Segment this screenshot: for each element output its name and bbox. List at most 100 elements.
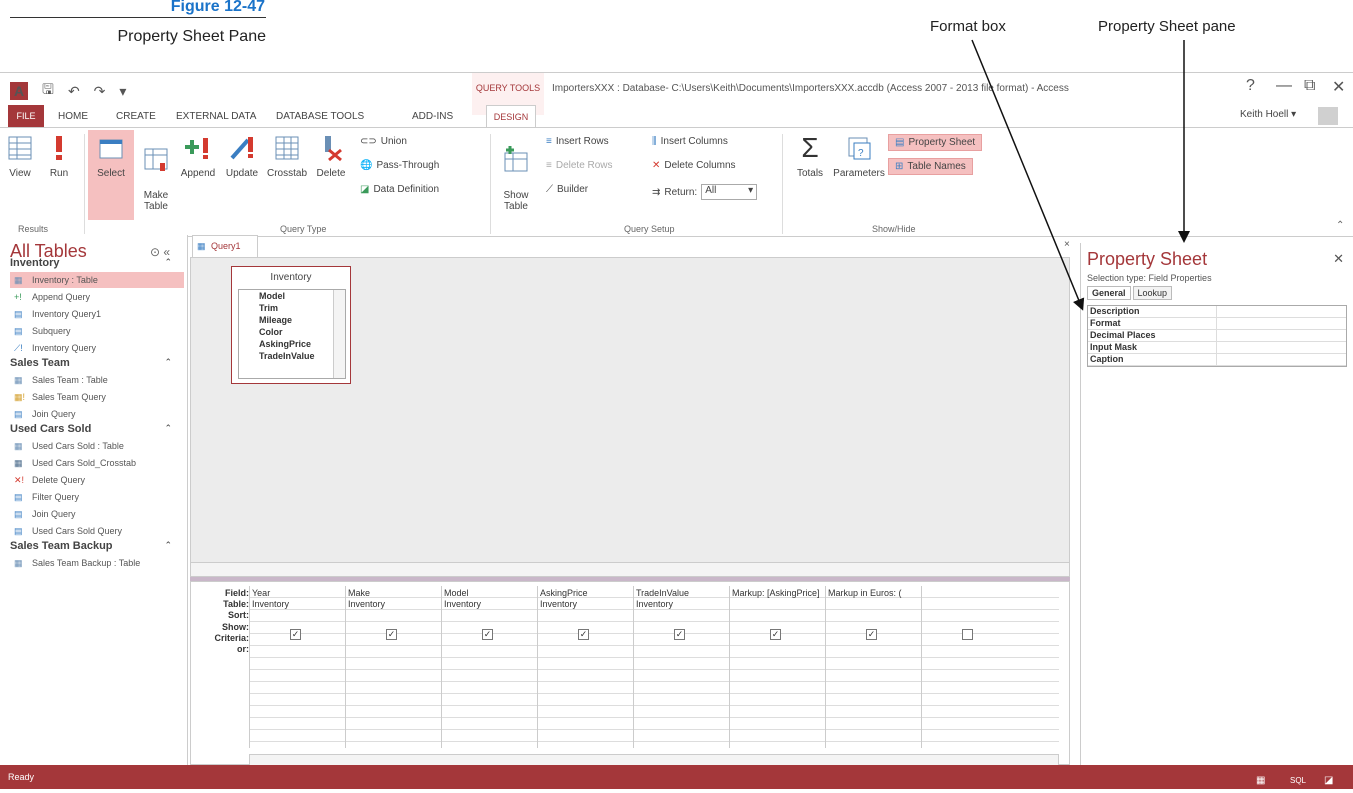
grid-field-cell[interactable]: Markup in Euros: ( (828, 588, 920, 598)
run-button[interactable]: Run (44, 134, 74, 179)
nav-item[interactable]: ▤ Join Query (10, 406, 184, 422)
grid-field-cell[interactable]: Year (252, 588, 344, 598)
grid-table-cell[interactable]: Inventory (636, 599, 728, 609)
table-field[interactable]: AskingPrice (239, 338, 345, 350)
nav-item[interactable]: ▤ Join Query (10, 506, 184, 522)
property-value-box[interactable] (1216, 306, 1347, 317)
upper-horizontal-scrollbar[interactable] (191, 562, 1069, 576)
user-name[interactable]: Keith Hoell ▾ (1240, 109, 1296, 120)
grid-table-cell[interactable]: Inventory (540, 599, 632, 609)
save-icon[interactable]: 🖫 (42, 79, 54, 103)
crosstab-button[interactable]: Crosstab (264, 134, 310, 179)
property-value-box[interactable] (1216, 330, 1347, 341)
nav-item[interactable]: ▤ Subquery (10, 323, 184, 339)
table-scrollbar[interactable] (333, 290, 345, 378)
parameters-button[interactable]: ? Parameters (832, 134, 886, 179)
grid-column[interactable]: Markup: [AskingPrice] ✓ (729, 586, 825, 748)
select-button[interactable]: Select (88, 130, 134, 220)
tab-create[interactable]: CREATE (116, 111, 156, 122)
show-checkbox[interactable]: ✓ (578, 629, 589, 640)
grid-table-cell[interactable]: Inventory (444, 599, 536, 609)
totals-button[interactable]: Σ Totals (790, 134, 830, 180)
nav-section-header[interactable]: Used Cars Sold ⌃ (10, 423, 180, 435)
insert-columns-button[interactable]: ⫼ Insert Columns (652, 136, 728, 147)
design-view-icon[interactable]: ◪ (1324, 769, 1333, 793)
show-checkbox[interactable]: ✓ (866, 629, 877, 640)
nav-item[interactable]: ▤ Inventory Query1 (10, 306, 184, 322)
help-button[interactable]: ? (1246, 77, 1255, 95)
table-field[interactable]: Trim (239, 302, 345, 314)
nav-item[interactable]: ▤ Filter Query (10, 489, 184, 505)
nav-item[interactable]: ▦ Used Cars Sold : Table (10, 438, 184, 454)
tab-home[interactable]: HOME (58, 111, 88, 122)
grid-column[interactable]: AskingPrice Inventory ✓ (537, 586, 633, 748)
property-value-box[interactable] (1216, 318, 1347, 329)
nav-section-header[interactable]: Sales Team Backup ⌃ (10, 540, 180, 552)
nav-item[interactable]: ▦ Used Cars Sold_Crosstab (10, 455, 184, 471)
close-button[interactable]: ✕ (1332, 77, 1345, 97)
show-table-button[interactable]: Show Table (496, 134, 536, 212)
restore-button[interactable]: ⧉ (1304, 77, 1315, 95)
nav-item[interactable]: ▦ Sales Team : Table (10, 372, 184, 388)
nav-item[interactable]: ▤ Used Cars Sold Query (10, 523, 184, 539)
grid-field-cell[interactable]: Markup: [AskingPrice] (732, 588, 824, 598)
table-field[interactable]: Model (239, 290, 345, 302)
show-checkbox[interactable]: ✓ (386, 629, 397, 640)
collapse-ribbon-icon[interactable]: ⌃ (1336, 220, 1344, 231)
customize-icon[interactable]: ▾ (119, 83, 126, 100)
delete-columns-button[interactable]: ✕ Delete Columns (652, 160, 736, 171)
show-checkbox[interactable] (962, 629, 973, 640)
property-value-box[interactable] (1216, 354, 1347, 365)
grid-field-cell[interactable]: Make (348, 588, 440, 598)
tab-design[interactable]: DESIGN (486, 105, 536, 128)
tab-external-data[interactable]: EXTERNAL DATA (176, 111, 256, 122)
minimize-button[interactable]: — (1276, 77, 1292, 95)
collapse-icon[interactable]: ⌃ (164, 540, 172, 551)
tab-add-ins[interactable]: ADD-INS (412, 111, 453, 122)
property-sheet-button[interactable]: ▤ Property Sheet (888, 134, 983, 151)
builder-button[interactable]: ⟋ Builder (546, 184, 588, 195)
inventory-table-box[interactable]: Inventory Model Trim Mileage Color AskingPri… (231, 266, 351, 384)
nav-section-header[interactable]: Inventory ⌃ (10, 257, 180, 269)
table-field[interactable]: Color (239, 326, 345, 338)
insert-rows-button[interactable]: ≡ Insert Rows (546, 136, 609, 147)
tab-lookup[interactable]: Lookup (1132, 286, 1173, 300)
data-definition-button[interactable]: ◪ Data Definition (360, 184, 439, 195)
close-icon[interactable]: ✕ (1333, 251, 1344, 267)
grid-column[interactable]: TradeInValue Inventory ✓ (633, 586, 729, 748)
nav-item[interactable]: +! Append Query (10, 289, 184, 305)
return-dropdown[interactable]: All ▾ (701, 184, 758, 200)
table-field[interactable]: TradeInValue (239, 350, 345, 362)
grid-column[interactable] (921, 586, 1017, 748)
grid-table-cell[interactable]: Inventory (252, 599, 344, 609)
show-checkbox[interactable]: ✓ (482, 629, 493, 640)
collapse-icon[interactable]: ⌃ (164, 423, 172, 434)
append-button[interactable]: Append (178, 134, 218, 179)
union-button[interactable]: ⊂⊃ Union (360, 136, 407, 147)
nav-item[interactable]: ▦! Sales Team Query (10, 389, 184, 405)
tab-database-tools[interactable]: DATABASE TOOLS (276, 111, 364, 122)
nav-item[interactable]: ▦ Inventory : Table (10, 272, 184, 288)
datasheet-view-icon[interactable]: ▦ (1256, 769, 1265, 793)
grid-column[interactable]: Markup in Euros: ( ✓ (825, 586, 921, 748)
nav-item[interactable]: ▦ Sales Team Backup : Table (10, 555, 184, 571)
table-field[interactable]: Mileage (239, 314, 345, 326)
sql-view-icon[interactable]: SQL (1290, 769, 1306, 793)
grid-table-cell[interactable]: Inventory (348, 599, 440, 609)
view-button[interactable]: View (4, 134, 36, 179)
grid-column[interactable]: Year Inventory ✓ (249, 586, 345, 748)
grid-field-cell[interactable]: Model (444, 588, 536, 598)
show-checkbox[interactable]: ✓ (770, 629, 781, 640)
show-checkbox[interactable]: ✓ (290, 629, 301, 640)
close-query-icon[interactable]: × (1064, 239, 1070, 250)
pass-through-button[interactable]: 🌐 Pass-Through (360, 160, 439, 171)
make-table-button[interactable]: Make Table (138, 134, 174, 212)
collapse-icon[interactable]: ⌃ (164, 257, 172, 268)
avatar[interactable] (1318, 107, 1338, 125)
nav-item[interactable]: ✕! Delete Query (10, 472, 184, 488)
nav-section-header[interactable]: Sales Team ⌃ (10, 357, 180, 369)
tab-general[interactable]: General (1087, 286, 1131, 300)
tab-file[interactable]: FILE (8, 105, 44, 127)
delete-button[interactable]: Delete (312, 134, 350, 179)
grid-field-cell[interactable]: TradeInValue (636, 588, 728, 598)
